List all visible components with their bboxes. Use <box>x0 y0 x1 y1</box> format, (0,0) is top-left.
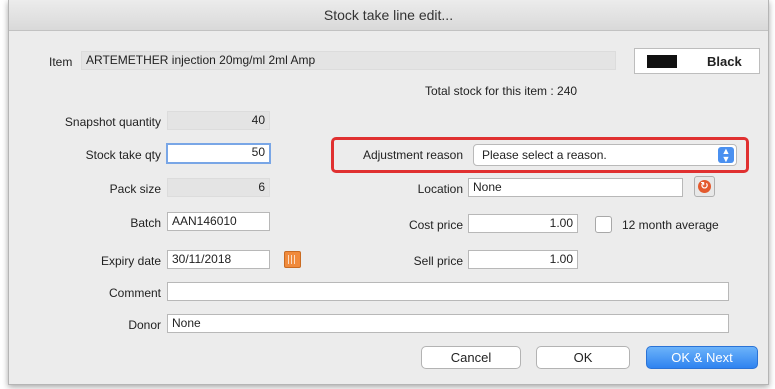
ok-button[interactable]: OK <box>536 346 630 369</box>
adjustment-reason-value: Please select a reason. <box>482 148 607 162</box>
window-title: Stock take line edit... <box>9 0 768 31</box>
calendar-icon[interactable] <box>284 251 301 268</box>
refresh-icon: ↻ <box>698 180 711 193</box>
donor-input[interactable]: None <box>167 314 729 333</box>
cost-price-input[interactable]: 1.00 <box>468 214 578 233</box>
stock-take-qty-label: Stock take qty <box>85 148 161 162</box>
location-label: Location <box>417 182 463 196</box>
ok-next-button[interactable]: OK & Next <box>646 346 758 369</box>
stock-take-qty-input[interactable]: 50 <box>166 143 271 164</box>
expiry-date-input[interactable]: 30/11/2018 <box>167 250 270 269</box>
donor-label: Donor <box>128 318 161 332</box>
comment-input[interactable] <box>167 282 729 301</box>
cancel-button[interactable]: Cancel <box>421 346 521 369</box>
cost-price-label: Cost price <box>408 218 463 232</box>
sell-price-label: Sell price <box>413 254 463 268</box>
batch-label: Batch <box>130 216 161 230</box>
pack-size-field: 6 <box>167 178 270 197</box>
select-arrows-icon: ▲ ▼ <box>718 147 734 164</box>
adjustment-reason-select[interactable]: Please select a reason. ▲ ▼ <box>473 144 737 166</box>
sell-price-input[interactable]: 1.00 <box>468 250 578 269</box>
color-swatch <box>647 55 677 68</box>
stock-take-line-edit-dialog: Stock take line edit... Item ARTEMETHER … <box>8 0 769 385</box>
pack-size-label: Pack size <box>109 182 161 196</box>
item-name-field: ARTEMETHER injection 20mg/ml 2ml Amp <box>81 51 616 70</box>
12-month-average-label: 12 month average <box>622 218 719 232</box>
12-month-average-checkbox[interactable] <box>595 216 612 233</box>
adjustment-reason-label: Adjustment reason <box>362 148 463 162</box>
location-refresh-button[interactable]: ↻ <box>694 176 715 197</box>
item-color-box[interactable]: Black <box>634 48 760 74</box>
snapshot-quantity-label: Snapshot quantity <box>64 115 161 129</box>
location-input[interactable]: None <box>468 178 683 197</box>
item-label: Item <box>49 55 73 69</box>
expiry-date-label: Expiry date <box>100 254 161 268</box>
comment-label: Comment <box>108 286 161 300</box>
item-color-name: Black <box>707 54 742 69</box>
total-stock-text: Total stock for this item : 240 <box>425 84 578 98</box>
snapshot-quantity-field: 40 <box>167 111 270 130</box>
batch-input[interactable]: AAN146010 <box>167 212 270 231</box>
